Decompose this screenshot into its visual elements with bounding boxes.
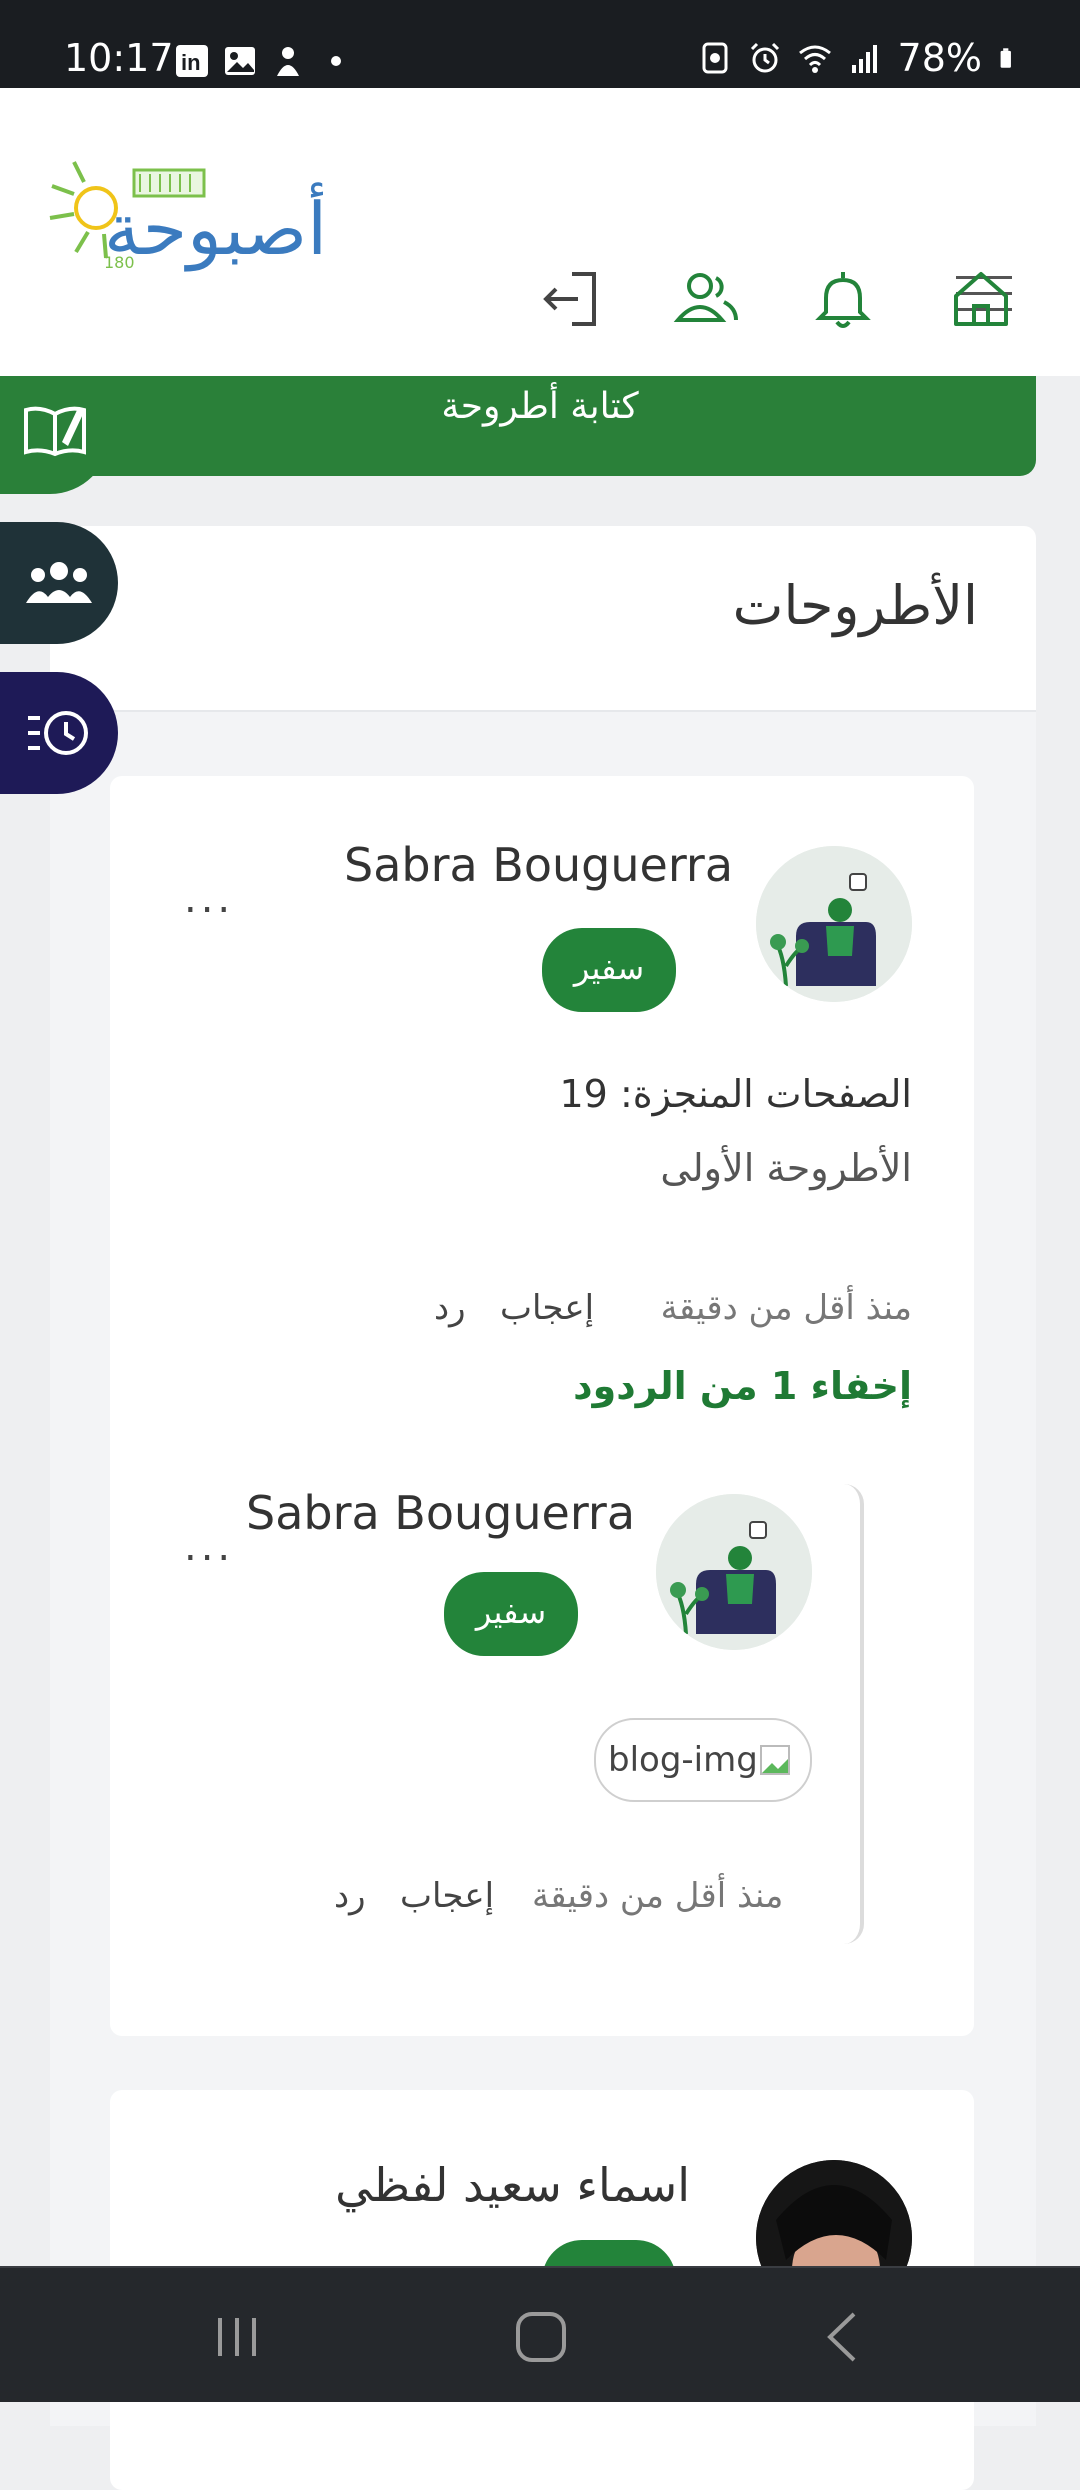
reading-person-icon bbox=[656, 1494, 812, 1650]
signal-icon bbox=[851, 45, 877, 73]
group-icon bbox=[26, 562, 92, 603]
reply-time: منذ أقل من دقيقة bbox=[532, 1876, 784, 1916]
history-tab[interactable] bbox=[0, 672, 118, 794]
reply-more-button[interactable]: ... bbox=[184, 1524, 234, 1570]
pages-done: الصفحات المنجزة: 19 bbox=[559, 1072, 913, 1116]
gallery-icon bbox=[225, 47, 255, 75]
dot-icon bbox=[331, 56, 341, 66]
system-nav-bar bbox=[0, 2266, 1080, 2402]
alarm-icon bbox=[750, 42, 779, 73]
reply-item: Sabra Bouguerra سفير ... blog-img منذ أق… bbox=[184, 1484, 864, 1944]
page-title: الأطروحات bbox=[732, 574, 978, 637]
author-name[interactable]: Sabra Bouguerra bbox=[344, 838, 733, 892]
recent-apps-icon[interactable] bbox=[212, 2312, 262, 2362]
reply-author-name[interactable]: Sabra Bouguerra bbox=[246, 1486, 635, 1540]
post-time: منذ أقل من دقيقة bbox=[660, 1288, 912, 1328]
app-header: أصبوحة 180 bbox=[0, 88, 1080, 376]
reply-image: blog-img bbox=[594, 1718, 812, 1802]
write-thesis-button[interactable]: كتابة أطروحة bbox=[0, 376, 1036, 494]
reply-like-button[interactable]: إعجاب bbox=[400, 1876, 494, 1916]
linkedin-icon: in bbox=[176, 45, 208, 77]
battery-percent: 78% bbox=[897, 36, 982, 80]
reply-author-avatar[interactable] bbox=[656, 1494, 812, 1650]
reply-reply-button[interactable]: رد bbox=[334, 1876, 366, 1916]
bell-icon[interactable] bbox=[808, 264, 878, 334]
reply-ambassador-badge: سفير bbox=[444, 1572, 578, 1656]
reply-button[interactable]: رد bbox=[434, 1288, 466, 1328]
battery-icon bbox=[1000, 48, 1011, 68]
back-icon[interactable] bbox=[822, 2310, 862, 2364]
thesis-title[interactable]: الأطروحة الأولى bbox=[660, 1146, 912, 1190]
reading-person-icon bbox=[756, 846, 912, 1002]
status-bar: 10:17 in 78% bbox=[0, 0, 1080, 88]
app-icon bbox=[277, 47, 299, 76]
friends-icon[interactable] bbox=[672, 264, 742, 334]
wifi-icon bbox=[798, 45, 831, 73]
broken-image-icon bbox=[759, 1745, 790, 1775]
logo-text: أصبوحة bbox=[104, 181, 327, 272]
write-thesis-label: كتابة أطروحة bbox=[441, 386, 639, 427]
post-more-button[interactable]: ... bbox=[184, 876, 234, 922]
author-name[interactable]: اسماء سعيد لفظي bbox=[335, 2158, 690, 2212]
group-tab[interactable] bbox=[0, 522, 118, 644]
status-time: 10:17 bbox=[64, 36, 174, 80]
broken-image-alt: blog-img bbox=[608, 1740, 758, 1780]
history-icon bbox=[28, 711, 88, 755]
site-logo[interactable]: أصبوحة 180 bbox=[44, 134, 344, 274]
svg-text:in: in bbox=[181, 50, 201, 75]
svg-text:180: 180 bbox=[104, 253, 135, 272]
logout-icon[interactable] bbox=[536, 264, 606, 334]
author-avatar[interactable] bbox=[756, 846, 912, 1002]
nfc-icon bbox=[702, 42, 728, 74]
book-icon bbox=[24, 406, 86, 457]
home-nav-icon[interactable] bbox=[514, 2310, 568, 2364]
home-icon[interactable] bbox=[946, 264, 1016, 334]
like-button[interactable]: إعجاب bbox=[500, 1288, 594, 1328]
toggle-replies-link[interactable]: إخفاء 1 من الردود bbox=[573, 1364, 912, 1408]
ambassador-badge: سفير bbox=[542, 928, 676, 1012]
